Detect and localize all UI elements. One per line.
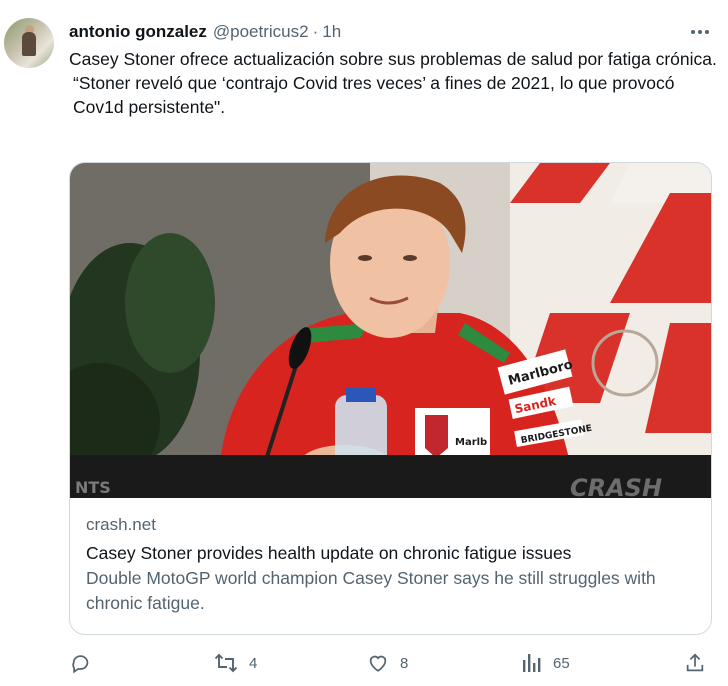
tweet-header: antonio gonzalez @poetricus2 · 1h <box>69 20 341 44</box>
card-description: Double MotoGP world champion Casey Stone… <box>86 568 656 613</box>
repost-count: 4 <box>249 654 258 672</box>
author-handle[interactable]: @poetricus2 <box>213 22 309 42</box>
like-button[interactable]: 8 <box>367 648 408 678</box>
tweet-text-line-2: “Stoner reveló que ‘contrajo Covid tres … <box>73 73 675 117</box>
share-icon <box>684 652 706 674</box>
reply-icon <box>70 652 92 674</box>
card-domain: crash.net <box>86 515 156 534</box>
reply-button[interactable] <box>70 648 92 678</box>
author-name[interactable]: antonio gonzalez <box>69 22 207 42</box>
tweet-text-line-1: Casey Stoner ofrece actualización sobre … <box>69 49 717 69</box>
card-image[interactable]: Marlboro Sandk BRIDGESTONE Marlb NTS CRA… <box>70 163 711 498</box>
dot-separator: · <box>312 22 319 41</box>
views-icon <box>522 652 542 674</box>
tweet-text: Casey Stoner ofrece actualización sobre … <box>69 47 719 119</box>
action-bar: 4 8 65 <box>0 648 728 678</box>
card-title[interactable]: Casey Stoner provides health update on c… <box>86 541 696 565</box>
more-options-icon[interactable] <box>690 22 710 42</box>
avatar[interactable] <box>4 18 54 68</box>
views-button[interactable]: 65 <box>522 648 570 678</box>
card-body[interactable]: crash.net Casey Stoner provides health u… <box>86 513 696 616</box>
views-count: 65 <box>553 654 570 672</box>
share-button[interactable] <box>684 648 706 678</box>
link-card[interactable]: Marlboro Sandk BRIDGESTONE Marlb NTS CRA… <box>69 162 712 635</box>
post-time[interactable]: 1h <box>322 22 341 42</box>
like-count: 8 <box>400 654 409 672</box>
repost-icon <box>214 652 238 674</box>
repost-button[interactable]: 4 <box>214 648 257 678</box>
watermark-left: NTS <box>75 478 111 497</box>
heart-icon <box>367 652 389 674</box>
watermark-right: CRASH <box>570 474 662 498</box>
avatar-figure-body <box>22 32 36 56</box>
svg-text:Marlb: Marlb <box>455 437 487 448</box>
